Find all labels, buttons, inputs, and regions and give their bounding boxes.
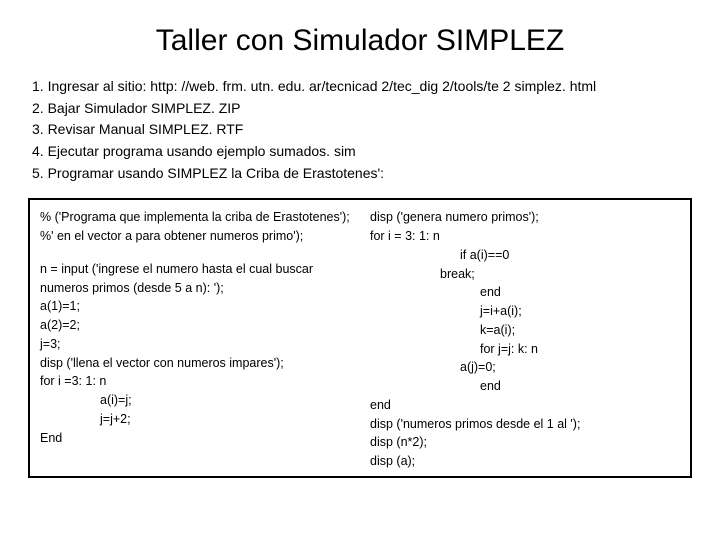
code-right-column: disp ('genera numero primos'); for i = 3… — [360, 200, 690, 476]
step-5: 5. Programar usando SIMPLEZ la Criba de … — [32, 163, 692, 185]
code-left-column: % ('Programa que implementa la criba de … — [30, 200, 360, 476]
code-line: a(j)=0; — [370, 358, 680, 377]
code-line: disp ('genera numero primos'); — [370, 208, 680, 227]
code-line: disp ('llena el vector con numeros impar… — [40, 354, 350, 373]
step-3: 3. Revisar Manual SIMPLEZ. RTF — [32, 119, 692, 141]
code-line: k=a(i); — [370, 321, 680, 340]
code-line: for i = 3: 1: n — [370, 227, 680, 246]
step-1: 1. Ingresar al sitio: http: //web. frm. … — [32, 76, 692, 98]
code-line: if a(i)==0 — [370, 246, 680, 265]
code-line: disp (a); — [370, 452, 680, 471]
slide-title: Taller con Simulador SIMPLEZ — [28, 24, 692, 58]
code-line: end — [370, 377, 680, 396]
code-line: for j=j: k: n — [370, 340, 680, 359]
code-line: for i =3: 1: n — [40, 372, 350, 391]
code-line: end — [370, 396, 680, 415]
code-box: % ('Programa que implementa la criba de … — [28, 198, 692, 478]
step-2: 2. Bajar Simulador SIMPLEZ. ZIP — [32, 98, 692, 120]
code-line: j=j+2; — [40, 410, 350, 429]
code-line: a(1)=1; — [40, 297, 350, 316]
code-line: % ('Programa que implementa la criba de … — [40, 208, 350, 227]
code-line: %' en el vector a para obtener numeros p… — [40, 227, 350, 246]
code-line: j=i+a(i); — [370, 302, 680, 321]
code-line: End — [40, 429, 350, 448]
step-4: 4. Ejecutar programa usando ejemplo suma… — [32, 141, 692, 163]
code-line: break; — [370, 265, 680, 284]
code-line: a(i)=j; — [40, 391, 350, 410]
code-line: disp ('numeros primos desde el 1 al '); — [370, 415, 680, 434]
slide: Taller con Simulador SIMPLEZ 1. Ingresar… — [0, 0, 720, 540]
code-line: end — [370, 283, 680, 302]
blank-line — [40, 246, 350, 260]
code-line: disp (n*2); — [370, 433, 680, 452]
code-line: a(2)=2; — [40, 316, 350, 335]
code-line: n = input ('ingrese el numero hasta el c… — [40, 260, 350, 298]
steps-list: 1. Ingresar al sitio: http: //web. frm. … — [28, 76, 692, 184]
code-line: j=3; — [40, 335, 350, 354]
